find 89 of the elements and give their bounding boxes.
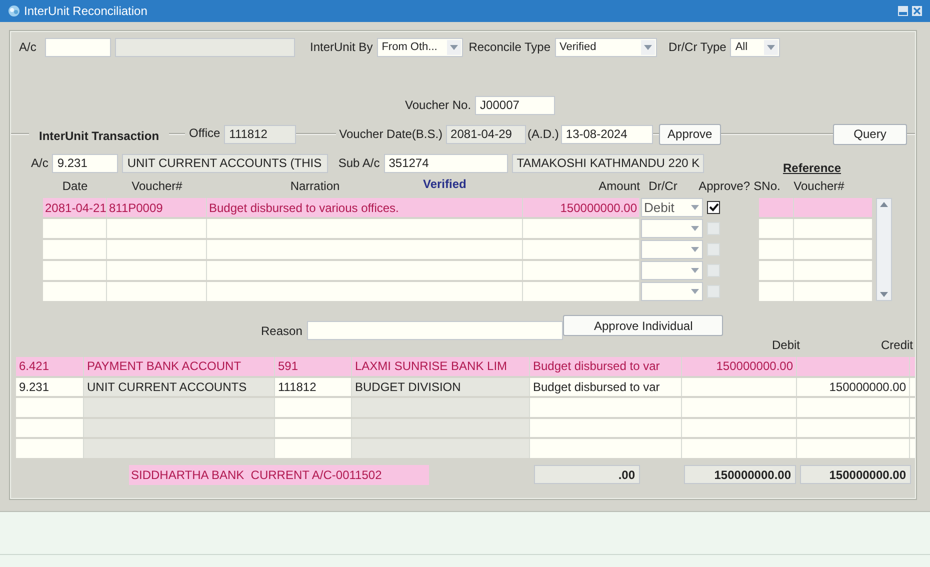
table-cell: Budget disbursed to var	[530, 378, 682, 396]
office-field[interactable]: 111812	[224, 124, 296, 144]
column-header: Credit	[880, 337, 913, 354]
entry-row[interactable]	[16, 398, 915, 416]
account-code-field[interactable]	[45, 38, 111, 56]
table-cell: 150000000.00	[797, 378, 910, 396]
approve-checkbox[interactable]	[707, 201, 720, 214]
column-header: Debit	[770, 337, 800, 354]
reconcile-type-label: Reconcile Type	[468, 39, 551, 56]
app-icon	[8, 5, 20, 17]
interunit-by-label: InterUnit By	[310, 39, 373, 56]
reason-field[interactable]	[307, 321, 564, 340]
account-name-field[interactable]: UNIT CURRENT ACCOUNTS (THIS	[122, 154, 328, 172]
dropdown-caret-icon	[640, 40, 655, 54]
reason-label: Reason	[261, 322, 302, 340]
drcr-select[interactable]	[641, 282, 703, 301]
credit-total-field[interactable]: 150000000.00	[800, 465, 911, 484]
ad-date-label: (A.D.)	[528, 126, 559, 143]
debit-total-field[interactable]: 150000000.00	[684, 465, 796, 484]
table-cell: Budget disbursed to various offices.	[207, 198, 523, 217]
approve-button[interactable]: Approve	[658, 124, 721, 144]
table-cell: BUDGET DIVISION	[352, 378, 530, 396]
dropdown-caret-icon	[691, 226, 699, 231]
scroll-up-icon[interactable]	[880, 202, 888, 207]
office-label: Office	[189, 124, 220, 142]
column-header: Date	[61, 178, 89, 195]
grid-row[interactable]	[43, 219, 872, 238]
grid-row[interactable]	[43, 240, 872, 259]
difference-total-field[interactable]: .00	[534, 465, 640, 484]
dropdown-caret-icon	[691, 289, 699, 294]
column-header: Narration	[289, 178, 341, 195]
reconcile-type-select[interactable]: Verified	[554, 38, 657, 56]
voucher-date-bs-field[interactable]: 2081-04-29	[446, 124, 526, 144]
table-cell: 591	[275, 357, 352, 376]
status-label: Verified	[423, 176, 466, 193]
approve-individual-button[interactable]: Approve Individual	[563, 315, 724, 336]
table-cell: LAXMI SUNRISE BANK LIM	[352, 357, 530, 376]
table-cell: 150000000.00	[682, 357, 797, 376]
drcr-select[interactable]: Debit	[641, 198, 703, 217]
grid-row[interactable]	[43, 261, 872, 280]
dropdown-caret-icon	[691, 247, 699, 252]
column-header: Approve?	[698, 178, 750, 195]
sub-account-name-field[interactable]: TAMAKOSHI KATHMANDU 220 K	[512, 154, 704, 172]
drcr-type-label: Dr/Cr Type	[668, 39, 726, 56]
scroll-down-icon[interactable]	[880, 292, 888, 297]
entry-row[interactable]: 6.421 PAYMENT BANK ACCOUNT 591 LAXMI SUNRISE BANK LIM Budget disbursed to var 150000000.00	[16, 357, 915, 376]
section-title: InterUnit Transaction	[39, 128, 160, 145]
drcr-type-select[interactable]: All	[730, 38, 780, 56]
close-icon[interactable]	[912, 6, 922, 16]
reference-heading: Reference	[782, 160, 842, 177]
drcr-select[interactable]	[641, 261, 703, 280]
voucher-date-bs-label: Voucher Date(B.S.)	[339, 126, 443, 143]
scrollbar[interactable]	[876, 198, 892, 301]
window-title: InterUnit Reconciliation	[24, 3, 148, 20]
voucher-number-field[interactable]: J00007	[475, 96, 556, 114]
table-cell: PAYMENT BANK ACCOUNT	[84, 357, 275, 376]
grid-row[interactable]: 2081-04-21 811P0009 Budget disbursed to various offices. 150000000.00 Debit	[43, 198, 872, 217]
sub-account-code-field[interactable]: 351274	[384, 154, 508, 172]
minimize-icon[interactable]	[898, 6, 908, 16]
column-header: Amount	[598, 178, 640, 195]
bank-name-field: SIDDHARTHA BANK CURRENT A/C-0011502	[129, 464, 429, 484]
grid-row[interactable]	[43, 282, 872, 301]
table-cell: UNIT CURRENT ACCOUNTS	[84, 378, 275, 396]
column-header: Voucher#	[792, 178, 846, 195]
column-header: Dr/Cr	[648, 178, 678, 195]
dropdown-caret-icon	[691, 205, 699, 210]
sub-account-label: Sub A/c	[338, 155, 380, 172]
column-header: Voucher#	[130, 178, 184, 195]
entry-row[interactable]	[16, 418, 915, 437]
entry-row[interactable]	[16, 439, 915, 458]
interunit-by-select[interactable]: From Oth...	[376, 38, 463, 56]
voucher-number-label: Voucher No.	[405, 97, 472, 114]
entry-row[interactable]: 9.231 UNIT CURRENT ACCOUNTS 111812 BUDGET DIVISION Budget disbursed to var 150000000.00	[16, 378, 915, 396]
dropdown-caret-icon	[691, 268, 699, 273]
account-code-field[interactable]: 9.231	[52, 154, 118, 172]
table-cell: 6.421	[16, 357, 84, 376]
table-cell: 2081-04-21	[43, 198, 107, 217]
drcr-select[interactable]	[641, 240, 703, 259]
query-button[interactable]: Query	[833, 124, 907, 144]
account-name-field[interactable]	[115, 38, 295, 56]
drcr-select[interactable]	[641, 219, 703, 238]
account-label: A/c	[31, 155, 48, 172]
account-label: A/c	[19, 39, 38, 56]
dropdown-caret-icon	[446, 40, 461, 54]
table-cell: Budget disbursed to var	[530, 357, 682, 376]
dropdown-caret-icon	[764, 40, 778, 54]
voucher-date-ad-field[interactable]: 13-08-2024	[560, 124, 653, 144]
column-header: SNo.	[752, 178, 782, 195]
table-cell: 811P0009	[107, 198, 207, 217]
